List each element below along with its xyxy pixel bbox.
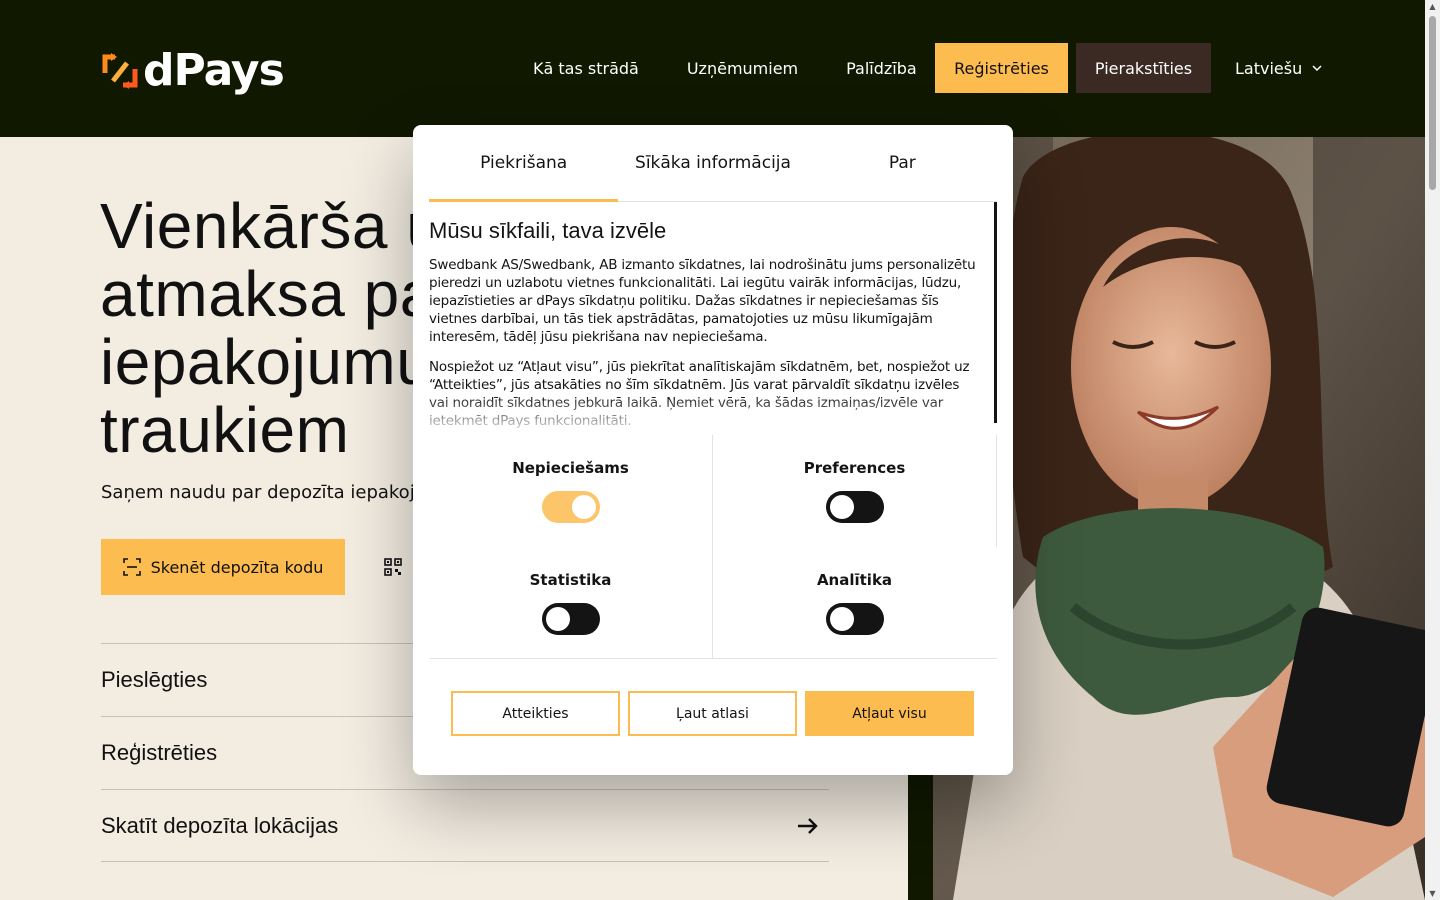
scroll-down-icon[interactable]: ▼ xyxy=(1428,889,1437,898)
consent-heading: Mūsu sīkfaili, tava izvēle xyxy=(429,218,667,243)
toggle-knob xyxy=(829,495,854,519)
toggle-analytics[interactable] xyxy=(825,603,884,635)
cookie-category-grid: Nepieciešams Preferences Statistika Anal… xyxy=(429,435,997,659)
consent-paragraph-1: Swedbank AS/Swedbank, AB izmanto sīkdatn… xyxy=(429,257,976,345)
allow-selection-button[interactable]: Ļaut atlasi xyxy=(628,691,797,736)
nav-for-companies[interactable]: Uzņēmumiem xyxy=(687,59,798,78)
cookie-consent-dialog: Piekrišana Sīkāka informācija Par Mūsu s… xyxy=(413,125,1013,775)
toggle-preferences[interactable] xyxy=(825,491,884,523)
qr-code-icon[interactable] xyxy=(384,558,402,576)
category-analytics: Analītika xyxy=(713,547,996,659)
scan-icon xyxy=(122,558,141,576)
arrow-right-icon xyxy=(798,817,818,834)
nav-help[interactable]: Palīdzība xyxy=(846,59,917,78)
login-button[interactable]: Pierakstīties xyxy=(1076,43,1211,93)
language-label: Latviešu xyxy=(1235,58,1303,78)
consent-actions: Atteikties Ļaut atlasi Atļaut visu xyxy=(451,691,974,736)
main-nav: Kā tas strādā Uzņēmumiem Palīdzība xyxy=(533,43,965,93)
nav-how-it-works[interactable]: Kā tas strādā xyxy=(533,59,639,78)
toggle-knob xyxy=(545,607,570,631)
scan-code-button[interactable]: Skenēt depozīta kodu xyxy=(101,539,345,595)
hero-subtitle: Saņem naudu par depozīta iepakoju xyxy=(101,482,427,503)
list-item-locations[interactable]: Skatīt depozīta lokācijas xyxy=(101,789,829,862)
consent-text-scrollbar[interactable] xyxy=(994,202,997,423)
list-item-label: Skatīt depozīta lokācijas xyxy=(101,812,339,838)
scroll-thumb[interactable] xyxy=(1429,16,1436,190)
consent-tabs: Piekrišana Sīkāka informācija Par xyxy=(429,125,997,202)
category-label: Statistika xyxy=(529,571,612,589)
category-necessary: Nepieciešams xyxy=(429,435,712,547)
category-statistics: Statistika xyxy=(429,547,712,659)
category-label: Nepieciešams xyxy=(512,459,629,477)
tab-consent[interactable]: Piekrišana xyxy=(429,125,619,202)
category-preferences: Preferences xyxy=(713,435,996,547)
tab-about[interactable]: Par xyxy=(808,125,997,201)
logo-arrows-icon xyxy=(102,53,138,89)
toggle-statistics[interactable] xyxy=(541,603,600,635)
logo-text: dPays xyxy=(143,45,285,96)
site-header: dPays Kā tas strādā Uzņēmumiem Palīdzība… xyxy=(0,0,1425,137)
decline-button[interactable]: Atteikties xyxy=(451,691,620,736)
allow-all-button[interactable]: Atļaut visu xyxy=(805,691,974,736)
list-item-label: Reģistrēties xyxy=(101,740,218,765)
scan-code-label: Skenēt depozīta kodu xyxy=(150,557,324,577)
list-item-label: Pieslēgties xyxy=(101,667,208,692)
dpays-logo[interactable]: dPays xyxy=(101,45,285,96)
language-selector[interactable]: Latviešu xyxy=(1235,43,1322,93)
toggle-knob xyxy=(829,607,854,631)
grid-divider xyxy=(996,435,997,547)
scroll-up-icon[interactable]: ▲ xyxy=(1428,2,1437,11)
toggle-necessary[interactable] xyxy=(541,491,600,523)
category-label: Analītika xyxy=(816,571,893,589)
chevron-down-icon xyxy=(1312,65,1322,71)
register-button[interactable]: Reģistrēties xyxy=(935,43,1068,93)
page-scrollbar[interactable]: ▲ ▼ xyxy=(1425,0,1440,900)
tab-details[interactable]: Sīkāka informācija xyxy=(618,125,807,201)
text-fade-overlay xyxy=(429,395,989,435)
category-label: Preferences xyxy=(803,459,906,477)
toggle-knob xyxy=(571,495,596,519)
